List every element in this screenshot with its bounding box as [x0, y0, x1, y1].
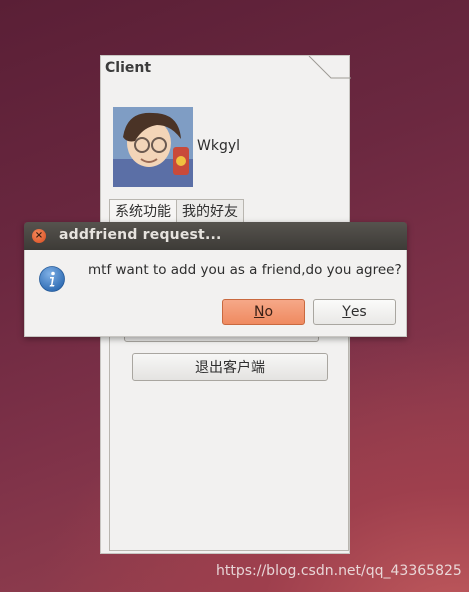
dialog-message: mtf want to add you as a friend,do you a…: [88, 262, 402, 278]
close-icon[interactable]: ×: [32, 229, 46, 243]
yes-button-mnemonic: Y: [342, 304, 351, 320]
watermark: https://blog.csdn.net/qq_43365825: [216, 563, 462, 579]
yes-button[interactable]: Yes: [313, 299, 396, 325]
dialog-body: mtf want to add you as a friend,do you a…: [24, 250, 407, 337]
tab-system-functions[interactable]: 系统功能: [109, 199, 177, 224]
tab-my-friends[interactable]: 我的好友: [177, 199, 244, 224]
dialog-titlebar[interactable]: × addfriend request...: [24, 222, 407, 250]
addfriend-dialog: × addfriend request... mtf want to add y…: [24, 222, 407, 337]
window-title: Client: [105, 60, 152, 76]
username-label: Wkgyl: [197, 138, 241, 154]
quit-client-button[interactable]: 退出客户端: [132, 353, 328, 381]
info-icon: [39, 266, 65, 292]
yes-button-label: es: [350, 304, 367, 320]
no-button[interactable]: No: [222, 299, 305, 325]
tab-bar: 系统功能 我的好友: [109, 199, 244, 224]
no-button-label: o: [264, 304, 274, 320]
no-button-mnemonic: N: [253, 304, 265, 320]
avatar: [113, 107, 193, 187]
dialog-title: addfriend request...: [59, 227, 222, 243]
